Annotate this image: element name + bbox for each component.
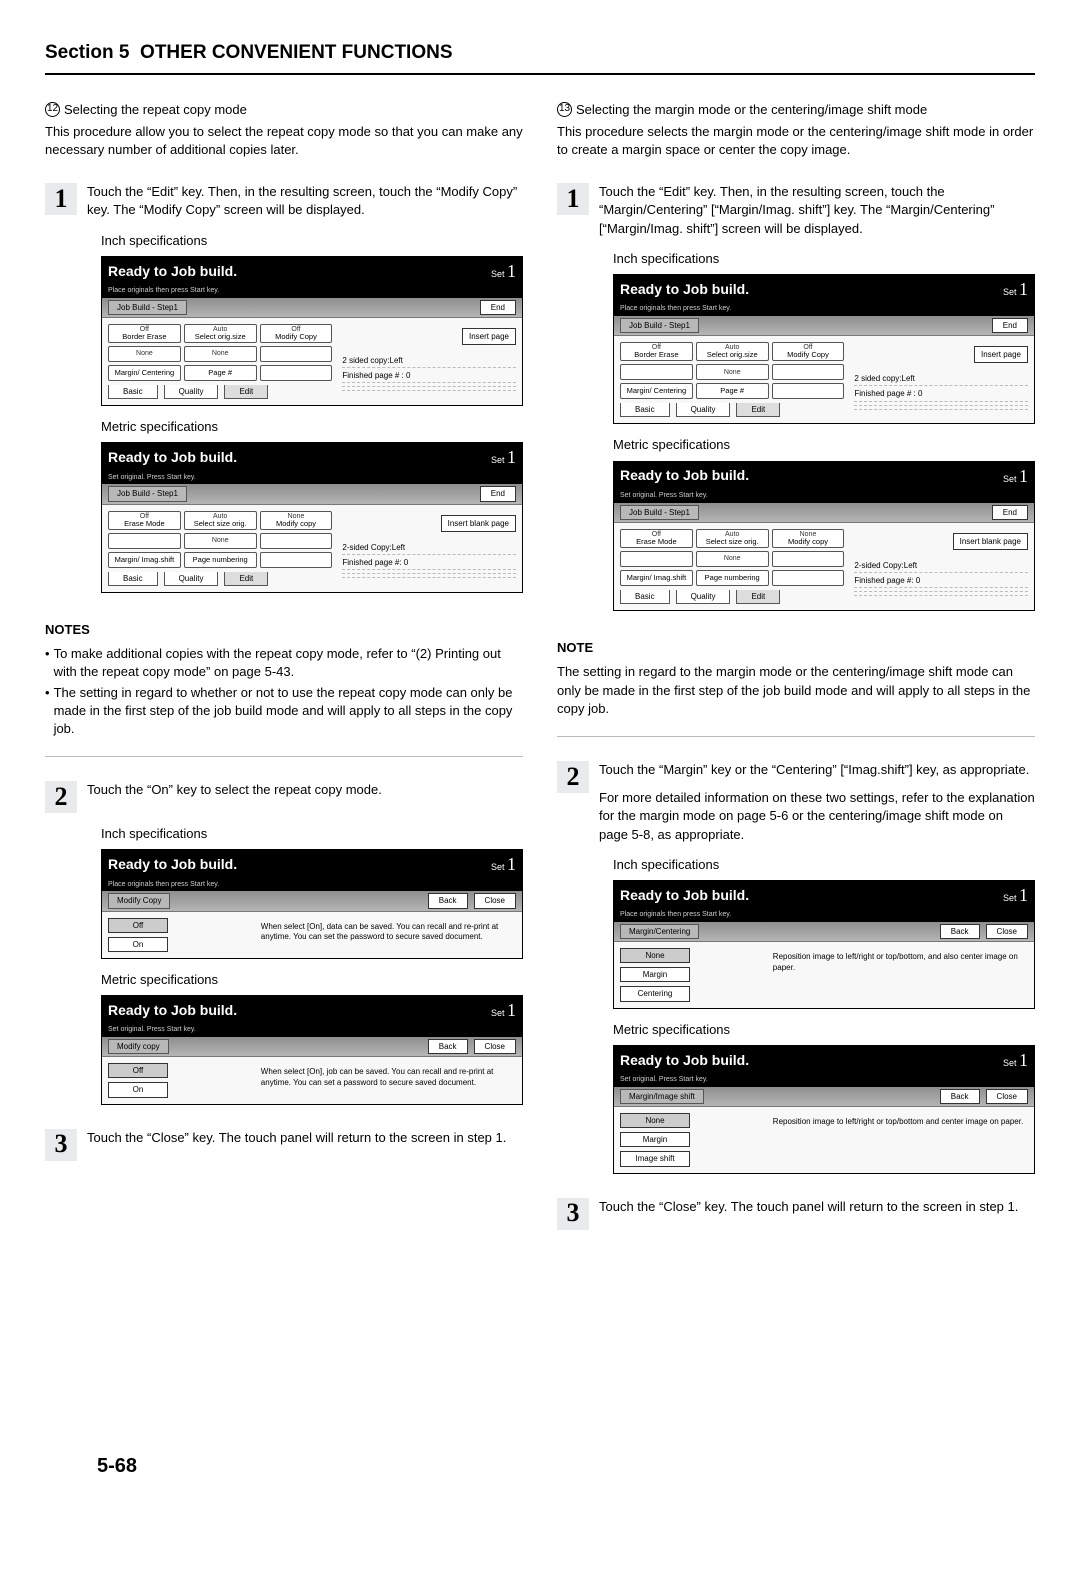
step2-text: Touch the “Margin” key or the “Centering… bbox=[599, 761, 1035, 779]
step-number-box: 1 bbox=[45, 183, 77, 215]
page-number: 5-68 bbox=[97, 1452, 137, 1480]
panel-jobbuild-inch: Ready to Job build. Set 1 Place original… bbox=[101, 256, 523, 407]
circled-number-13: 13 bbox=[557, 102, 572, 117]
step1-text: Touch the “Edit” key. Then, in the resul… bbox=[87, 183, 523, 219]
step3-text: Touch the “Close” key. The touch panel w… bbox=[599, 1198, 1035, 1216]
step-number-box: 3 bbox=[45, 1129, 77, 1161]
step-number-box: 3 bbox=[557, 1198, 589, 1230]
panel-jobbuild-inch: Ready to Job build. Set 1 Place original… bbox=[613, 274, 1035, 425]
step-number-box: 2 bbox=[45, 781, 77, 813]
inch-spec-label: Inch specifications bbox=[101, 232, 523, 250]
note-item: •The setting in regard to whether or not… bbox=[45, 684, 523, 739]
intro-body: This procedure allow you to select the r… bbox=[45, 123, 523, 159]
note-body: The setting in regard to the margin mode… bbox=[557, 663, 1035, 718]
section-label: Section 5 bbox=[45, 42, 129, 63]
step-number-box: 1 bbox=[557, 183, 589, 215]
inch-spec-label: Inch specifications bbox=[613, 250, 1035, 268]
step3-text: Touch the “Close” key. The touch panel w… bbox=[87, 1129, 523, 1147]
panel-jobbuild-metric: Ready to Job build. Set 1 Set original. … bbox=[613, 461, 1035, 612]
note-heading: NOTE bbox=[557, 639, 1035, 657]
step2-text: Touch the “On” key to select the repeat … bbox=[87, 781, 523, 799]
panel-modifycopy-metric: Ready to Job build. Set 1 Set original. … bbox=[101, 995, 523, 1105]
step-number-box: 2 bbox=[557, 761, 589, 793]
metric-spec-label: Metric specifications bbox=[613, 1021, 1035, 1039]
circled-number-12: 12 bbox=[45, 102, 60, 117]
section-header: Section 5 OTHER CONVENIENT FUNCTIONS bbox=[45, 40, 1035, 75]
intro-body: This procedure selects the margin mode o… bbox=[557, 123, 1035, 159]
step1-text: Touch the “Edit” key. Then, in the resul… bbox=[599, 183, 1035, 238]
intro-title: Selecting the margin mode or the centeri… bbox=[576, 101, 927, 119]
metric-spec-label: Metric specifications bbox=[101, 971, 523, 989]
panel-jobbuild-metric: Ready to Job build. Set 1 Set original. … bbox=[101, 442, 523, 593]
right-column: 13 Selecting the margin mode or the cent… bbox=[557, 101, 1035, 1230]
section-title: OTHER CONVENIENT FUNCTIONS bbox=[140, 42, 452, 63]
panel-margin-metric: Ready to Job build. Set 1 Set original. … bbox=[613, 1045, 1035, 1174]
panel-margin-inch: Ready to Job build. Set 1 Place original… bbox=[613, 880, 1035, 1009]
inch-spec-label: Inch specifications bbox=[101, 825, 523, 843]
panel-modifycopy-inch: Ready to Job build. Set 1 Place original… bbox=[101, 849, 523, 959]
notes-heading: NOTES bbox=[45, 621, 523, 639]
inch-spec-label: Inch specifications bbox=[613, 856, 1035, 874]
intro-title: Selecting the repeat copy mode bbox=[64, 101, 247, 119]
step2-followup: For more detailed information on these t… bbox=[599, 789, 1035, 844]
metric-spec-label: Metric specifications bbox=[101, 418, 523, 436]
note-item: •To make additional copies with the repe… bbox=[45, 645, 523, 681]
metric-spec-label: Metric specifications bbox=[613, 436, 1035, 454]
left-column: 12 Selecting the repeat copy mode This p… bbox=[45, 101, 523, 1230]
